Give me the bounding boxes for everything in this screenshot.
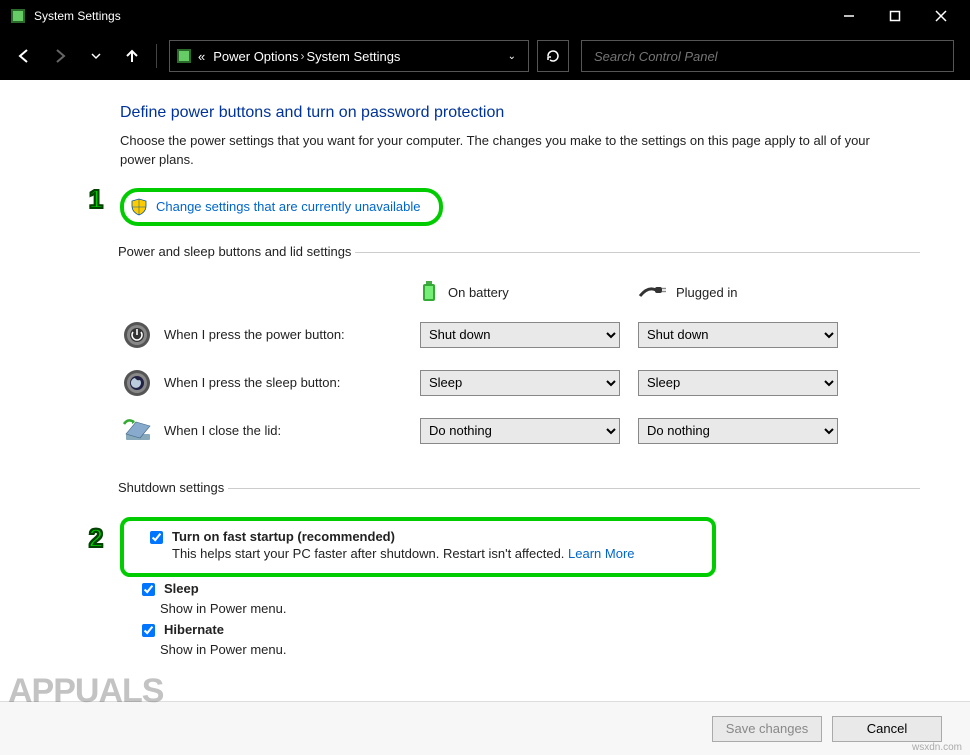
sleep-checkbox[interactable] [142,583,155,596]
fast-startup-title: Turn on fast startup (recommended) [172,529,635,544]
refresh-button[interactable] [537,40,569,72]
page-title: Define power buttons and turn on passwor… [120,104,920,122]
close-button[interactable] [918,0,964,32]
breadcrumb-prefix: « [198,49,205,64]
power-button-battery-select[interactable]: Shut down [420,322,620,348]
save-changes-button[interactable]: Save changes [712,716,822,742]
hibernate-subtext: Show in Power menu. [160,642,920,657]
power-button-plugged-select[interactable]: Shut down [638,322,838,348]
maximize-button[interactable] [872,0,918,32]
shield-icon [130,198,148,216]
hibernate-row: Hibernate [138,622,920,640]
window-title: System Settings [34,9,826,23]
group-power-buttons: Power and sleep buttons and lid settings… [120,244,920,462]
change-settings-link[interactable]: Change settings that are currently unava… [156,199,421,214]
sleep-button-icon [120,366,154,400]
breadcrumb-dropdown[interactable]: ⌄ [502,51,522,62]
group-shutdown-legend: Shutdown settings [118,480,228,497]
annotation-badge-1: 1 [80,182,112,218]
breadcrumb-sep-1: › [301,49,305,63]
sleep-title: Sleep [164,581,199,596]
search-box[interactable] [581,40,954,72]
breadcrumb-item-system-settings[interactable]: System Settings [307,49,401,64]
row-lid: When I close the lid: Do nothing Do noth… [120,414,920,448]
footer-bar: Save changes Cancel [0,701,970,755]
title-bar: System Settings [0,0,970,32]
annotation-badge-2: 2 [80,521,112,557]
breadcrumb-item-power-options[interactable]: Power Options [213,49,298,64]
sleep-subtext: Show in Power menu. [160,601,920,616]
cancel-button[interactable]: Cancel [832,716,942,742]
sleep-button-battery-select[interactable]: Sleep [420,370,620,396]
plug-icon [638,282,666,303]
minimize-button[interactable] [826,0,872,32]
content-area: Define power buttons and turn on passwor… [0,80,970,701]
recent-dropdown[interactable] [80,40,112,72]
back-button[interactable] [8,40,40,72]
sleep-row: Sleep [138,581,920,599]
search-input[interactable] [592,48,943,65]
sleep-button-label: When I press the sleep button: [164,375,420,390]
group-shutdown-settings: Shutdown settings 2 Turn on fast startup… [120,480,920,663]
lid-plugged-select[interactable]: Do nothing [638,418,838,444]
power-button-icon [120,318,154,352]
nav-bar: « Power Options › System Settings ⌄ [0,32,970,80]
highlight-1: Change settings that are currently unava… [120,188,443,226]
lid-label: When I close the lid: [164,423,420,438]
fast-startup-checkbox[interactable] [150,531,163,544]
column-on-battery: On battery [420,279,620,306]
lid-battery-select[interactable]: Do nothing [420,418,620,444]
breadcrumb-icon [176,48,192,64]
sleep-button-plugged-select[interactable]: Sleep [638,370,838,396]
hibernate-checkbox[interactable] [142,624,155,637]
nav-divider [156,44,157,68]
learn-more-link[interactable]: Learn More [568,546,634,561]
column-plugged-in: Plugged in [638,279,838,306]
fast-startup-row: Turn on fast startup (recommended) This … [146,529,692,561]
page-description: Choose the power settings that you want … [120,132,880,170]
row-sleep-button: When I press the sleep button: Sleep Sle… [120,366,920,400]
hibernate-title: Hibernate [164,622,224,637]
highlight-2: Turn on fast startup (recommended) This … [120,517,716,577]
battery-icon [420,279,438,306]
up-button[interactable] [116,40,148,72]
fast-startup-subtext: This helps start your PC faster after sh… [172,546,635,561]
app-icon [10,8,26,24]
forward-button[interactable] [44,40,76,72]
lid-icon [120,414,154,448]
row-power-button: When I press the power button: Shut down… [120,318,920,352]
power-button-label: When I press the power button: [164,327,420,342]
group-power-buttons-legend: Power and sleep buttons and lid settings [118,244,355,261]
breadcrumb[interactable]: « Power Options › System Settings ⌄ [169,40,529,72]
